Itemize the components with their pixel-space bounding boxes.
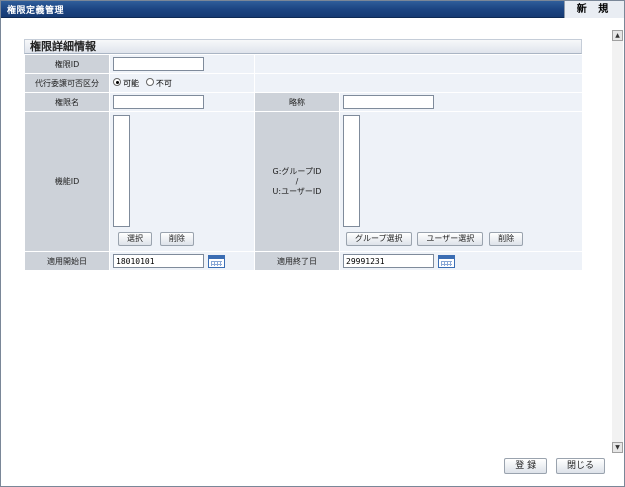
function-id-listbox[interactable] bbox=[113, 115, 130, 227]
auth-id-cell bbox=[109, 54, 255, 74]
group-id-label: G:グループID bbox=[272, 167, 322, 176]
end-date-input[interactable] bbox=[343, 254, 434, 268]
function-delete-button[interactable]: 削除 bbox=[159, 232, 194, 246]
dialog-window: 権限定義管理 新 規 権限詳細情報 権限ID 代行委譲可否区分 可能 不可 権限… bbox=[0, 0, 625, 487]
delegation-label: 代行委譲可否区分 bbox=[24, 73, 110, 93]
group-user-delete-button[interactable]: 削除 bbox=[489, 232, 524, 246]
new-button[interactable]: 新 規 bbox=[564, 1, 624, 18]
delegation-cell: 可能 不可 bbox=[109, 73, 255, 93]
section-title: 権限詳細情報 bbox=[24, 39, 582, 54]
start-date-label: 適用開始日 bbox=[24, 251, 110, 271]
end-date-cell bbox=[339, 251, 583, 271]
title-bar: 権限定義管理 新 規 bbox=[1, 1, 624, 18]
delegation-yes-radio[interactable] bbox=[113, 78, 121, 86]
register-button[interactable]: 登 録 bbox=[504, 458, 548, 474]
start-date-input[interactable] bbox=[113, 254, 204, 268]
scroll-up-icon[interactable]: ▲ bbox=[612, 30, 623, 41]
delegation-yes-label: 可能 bbox=[123, 78, 139, 88]
abbrev-input[interactable] bbox=[343, 95, 434, 109]
auth-detail-table: 権限ID 代行委譲可否区分 可能 不可 権限名 略称 機能ID 選択 削除 G:… bbox=[24, 54, 583, 271]
auth-id-input[interactable] bbox=[113, 57, 204, 71]
function-id-cell: 選択 削除 bbox=[109, 111, 255, 252]
footer-buttons: 登 録 閉じる bbox=[498, 458, 605, 474]
group-user-separator: / bbox=[295, 177, 299, 186]
abbrev-cell bbox=[339, 92, 583, 112]
calendar-icon[interactable] bbox=[208, 254, 225, 268]
group-select-button[interactable]: グループ選択 bbox=[346, 232, 412, 246]
end-date-label: 適用終了日 bbox=[254, 251, 340, 271]
function-id-label: 機能ID bbox=[24, 111, 110, 252]
start-date-cell bbox=[109, 251, 255, 271]
function-select-button[interactable]: 選択 bbox=[118, 232, 152, 246]
auth-name-input[interactable] bbox=[113, 95, 204, 109]
content-area: 権限詳細情報 権限ID 代行委譲可否区分 可能 不可 権限名 略称 機能ID 選… bbox=[1, 18, 613, 458]
user-select-button[interactable]: ユーザー選択 bbox=[417, 232, 484, 246]
delegation-no-label: 不可 bbox=[155, 78, 172, 88]
calendar-icon[interactable] bbox=[438, 254, 455, 268]
auth-detail-section: 権限詳細情報 権限ID 代行委譲可否区分 可能 不可 権限名 略称 機能ID 選… bbox=[24, 39, 583, 271]
scroll-down-icon[interactable]: ▼ bbox=[612, 442, 623, 453]
abbrev-label: 略称 bbox=[254, 92, 340, 112]
group-user-cell: グループ選択 ユーザー選択 削除 bbox=[339, 111, 583, 252]
user-id-label: U:ユーザーID bbox=[272, 187, 322, 196]
window-title: 権限定義管理 bbox=[7, 6, 65, 16]
blank-cell bbox=[254, 73, 583, 93]
auth-name-label: 権限名 bbox=[24, 92, 110, 112]
close-button[interactable]: 閉じる bbox=[555, 458, 605, 474]
auth-name-cell bbox=[109, 92, 255, 112]
vertical-scrollbar[interactable]: ▲ ▼ bbox=[612, 30, 623, 453]
delegation-no-radio[interactable] bbox=[145, 78, 154, 86]
blank-cell bbox=[254, 54, 583, 74]
group-user-listbox[interactable] bbox=[343, 115, 360, 227]
auth-id-label: 権限ID bbox=[24, 54, 110, 74]
group-user-label: G:グループID / U:ユーザーID bbox=[254, 111, 340, 252]
